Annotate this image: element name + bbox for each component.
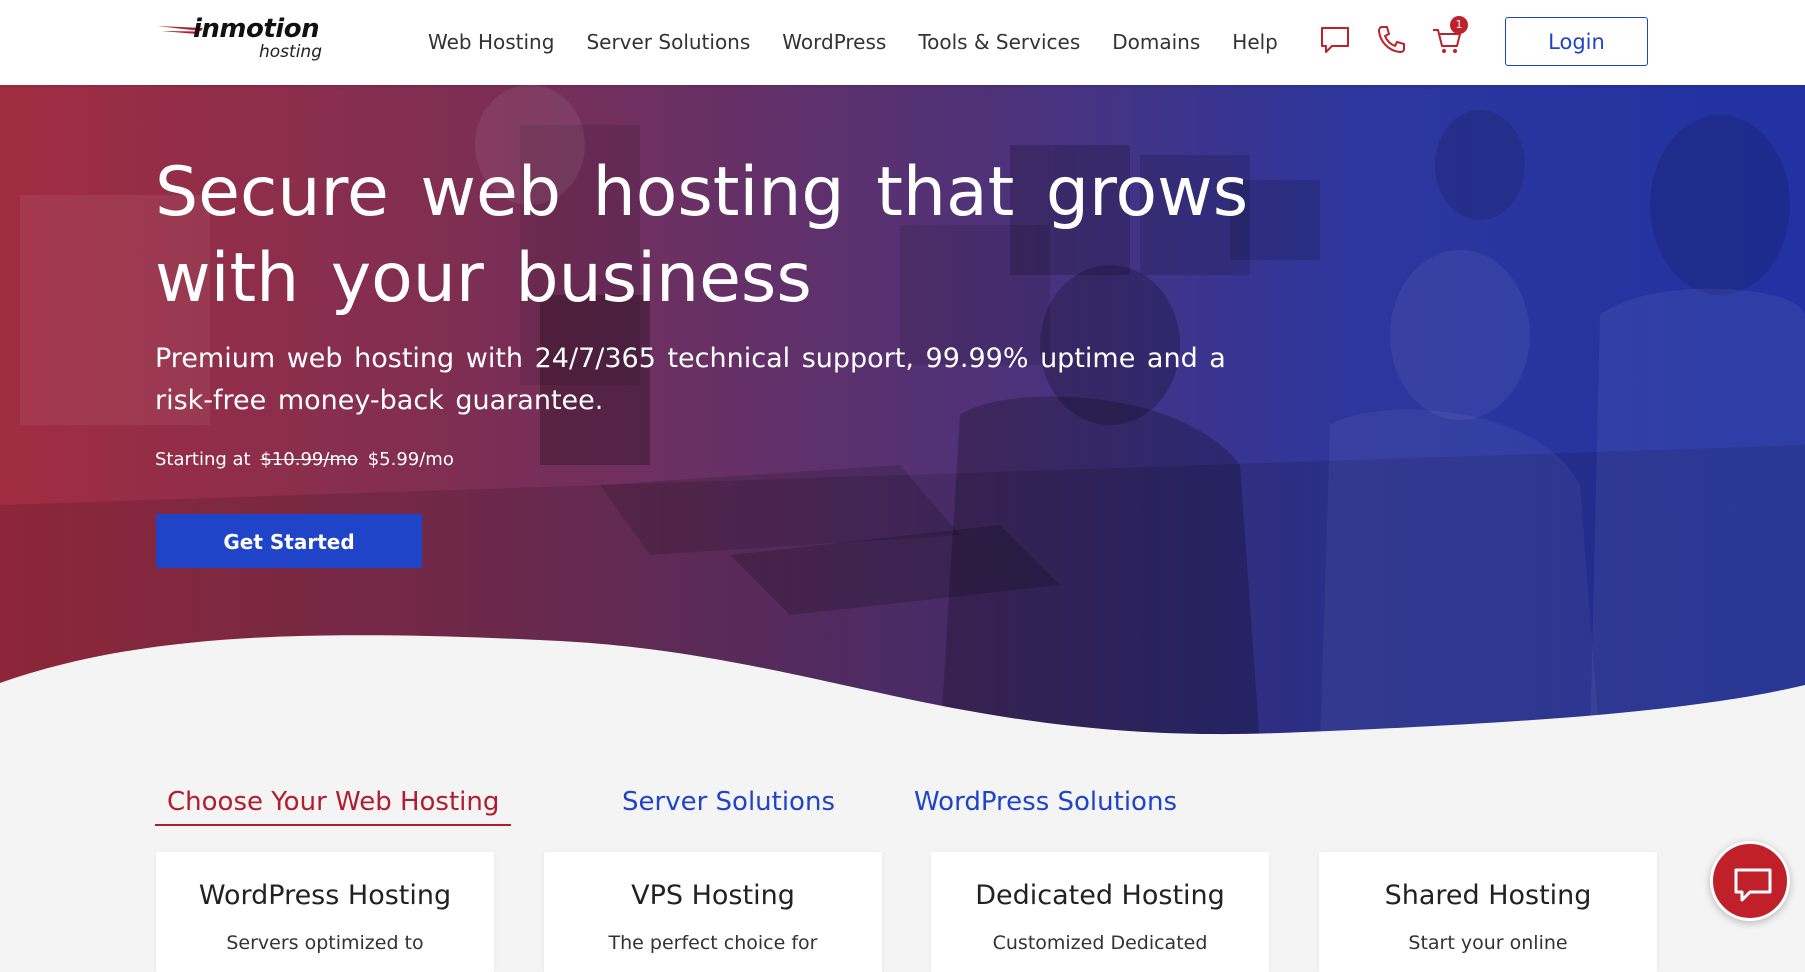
hero-subtitle: Premium web hosting with 24/7/365 techni… [155,343,1226,416]
hero-section: Secure web hosting that grows with your … [0,85,1805,745]
nav-icon-group: 1 [1318,16,1486,56]
site-header: inmotion hosting Web Hosting Server Solu… [0,0,1805,85]
logo-wordmark: inmotion [193,14,320,44]
nav-wordpress[interactable]: WordPress [782,28,886,56]
card-description: Start your online [1408,932,1568,954]
hero-headline-line-2: with your business [155,239,812,318]
card-description: The perfect choice for [608,932,818,954]
old-price: $10.99/mo [260,449,358,470]
chat-icon[interactable] [1318,22,1352,56]
nav-tools-services[interactable]: Tools & Services [918,28,1080,56]
phone-icon[interactable] [1374,22,1408,56]
card-title: Dedicated Hosting [975,880,1225,911]
tab-choose-web-hosting[interactable]: Choose Your Web Hosting [155,780,512,826]
card-description: Customized Dedicated [992,932,1208,954]
nav-server-solutions[interactable]: Server Solutions [586,28,750,56]
nav-help[interactable]: Help [1232,28,1278,56]
inmotion-logo[interactable]: inmotion hosting [155,14,345,64]
hero-headline: Secure web hosting that grows with your … [155,150,1305,322]
card-title: Shared Hosting [1384,880,1592,911]
card-vps-hosting[interactable]: VPS Hosting The perfect choice for [544,852,882,972]
card-shared-hosting[interactable]: Shared Hosting Start your online [1319,852,1657,972]
tab-server-solutions[interactable]: Server Solutions [622,780,835,824]
card-dedicated-hosting[interactable]: Dedicated Hosting Customized Dedicated [931,852,1269,972]
price-prefix: Starting at [155,449,251,470]
hosting-tabs: Choose Your Web Hosting Server Solutions… [155,780,1655,830]
card-wordpress-hosting[interactable]: WordPress Hosting Servers optimized to [156,852,494,972]
tab-wordpress-solutions[interactable]: WordPress Solutions [914,780,1177,824]
cart-count-badge: 1 [1450,16,1468,34]
card-title: WordPress Hosting [198,880,452,911]
new-price: $5.99/mo [367,449,454,470]
nav-domains[interactable]: Domains [1112,28,1200,56]
login-button[interactable]: Login [1505,17,1648,66]
card-description: Servers optimized to [226,932,424,954]
card-title: VPS Hosting [631,880,795,911]
live-chat-button[interactable] [1710,841,1790,921]
chat-bubble-icon [1734,868,1772,902]
hero-price-line: Starting at $10.99/mo $5.99/mo [155,447,454,473]
main-nav: Web Hosting Server Solutions WordPress T… [428,28,1310,56]
cart-icon[interactable]: 1 [1430,16,1468,56]
logo-subtitle: hosting [259,42,322,62]
nav-web-hosting[interactable]: Web Hosting [428,28,554,56]
hero-headline-line-1: Secure web hosting that grows [155,153,1249,232]
get-started-button[interactable]: Get Started [156,514,422,568]
